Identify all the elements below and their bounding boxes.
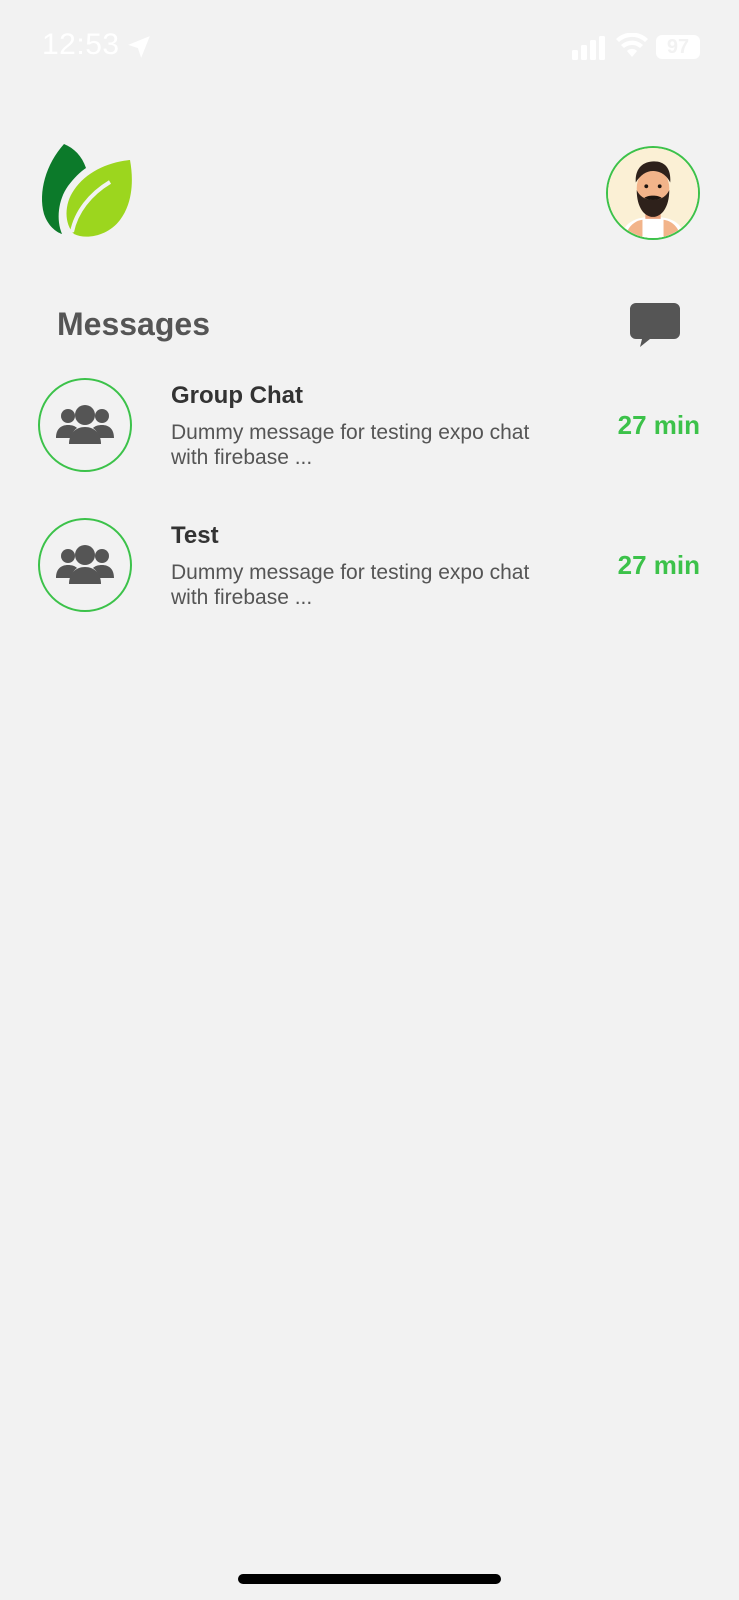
profile-avatar[interactable] (606, 146, 700, 240)
leaf-logo-icon (42, 144, 132, 237)
chat-avatar (38, 378, 132, 472)
wifi-icon (616, 33, 648, 57)
users-group-icon (56, 545, 114, 584)
page-title: Messages (57, 306, 210, 342)
bearded-man-avatar (608, 148, 698, 238)
chat-list-item[interactable]: Test Dummy message for testing expo chat… (0, 518, 739, 638)
chat-time: 27 min (617, 410, 700, 440)
location-arrow-icon (128, 36, 150, 58)
chat-avatar (38, 518, 132, 612)
battery-icon: 97 (656, 35, 700, 59)
home-indicator[interactable] (238, 1574, 501, 1584)
signal-icon (572, 36, 605, 60)
chat-name: Test (171, 522, 219, 549)
chat-time: 27 min (617, 550, 700, 580)
chat-list-item[interactable]: Group Chat Dummy message for testing exp… (0, 378, 739, 498)
battery-level: 97 (666, 35, 690, 58)
chat-preview: Dummy message for testing expo chat with… (171, 561, 530, 609)
chat-bubble-icon[interactable] (630, 303, 680, 349)
chat-name: Group Chat (171, 382, 303, 409)
chat-preview: Dummy message for testing expo chat with… (171, 421, 530, 469)
status-time: 12:53 (42, 28, 120, 61)
status-bar: 12:53 97 (0, 0, 739, 96)
users-group-icon (56, 405, 114, 444)
